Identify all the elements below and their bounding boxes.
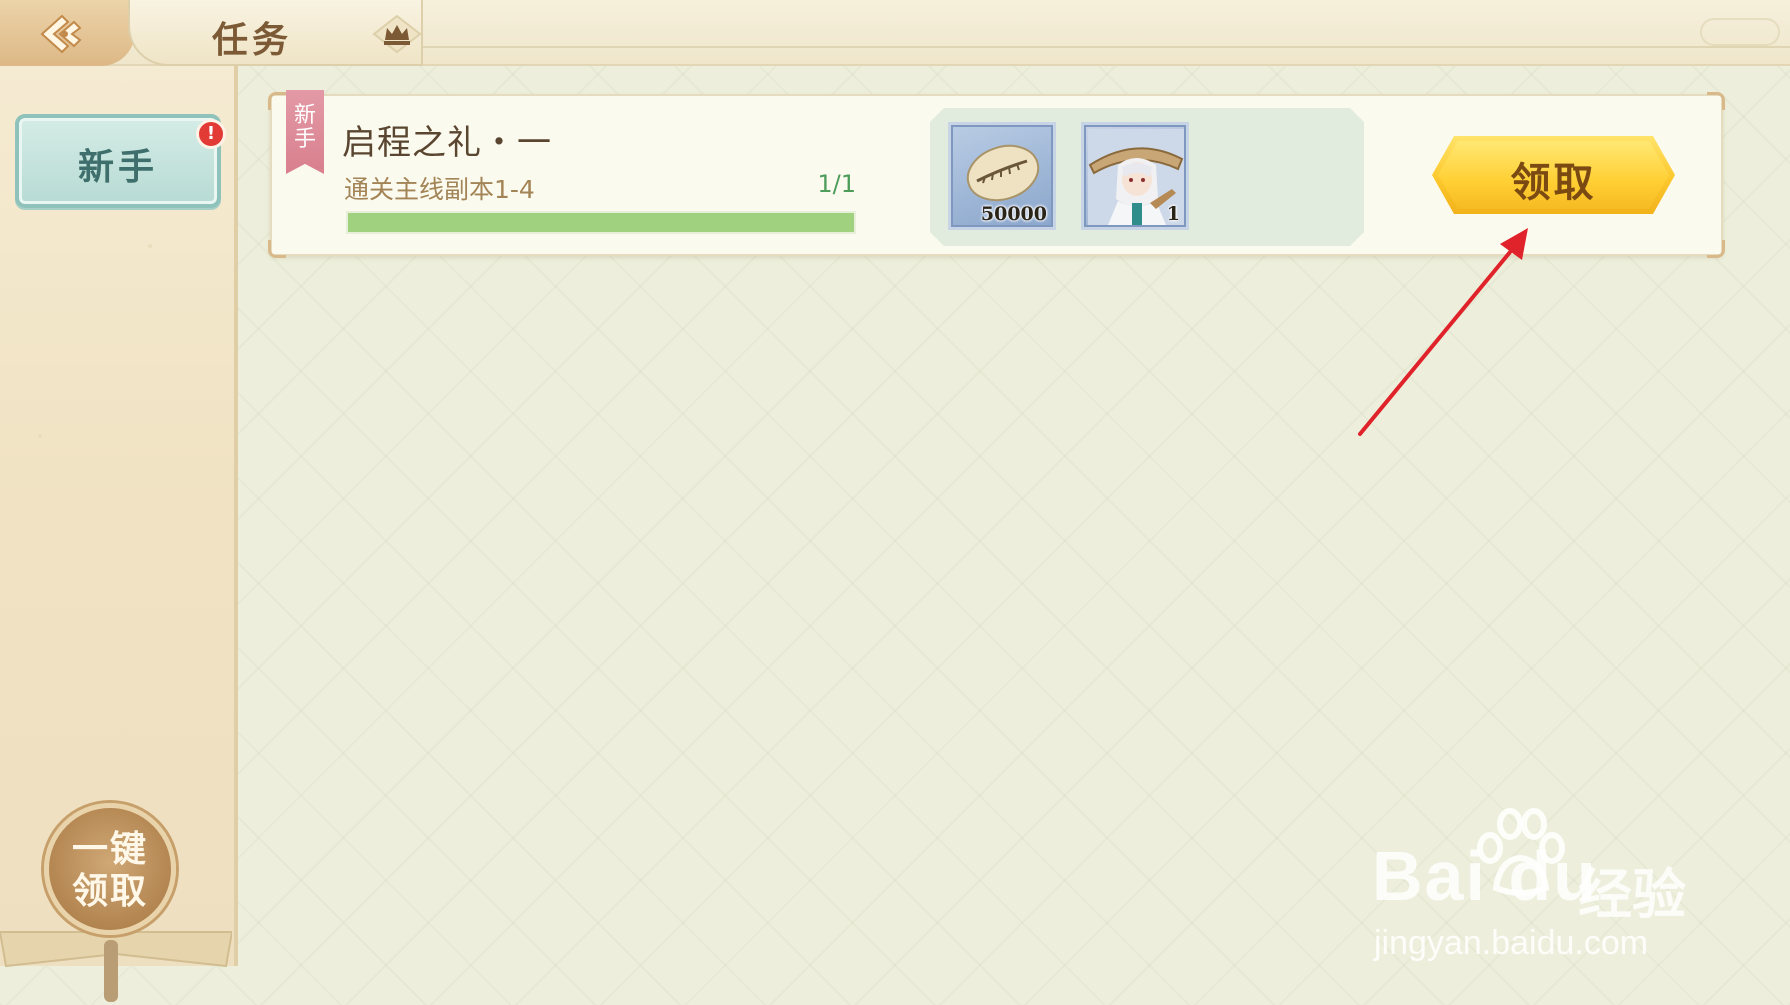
task-progress-count: 1/1 xyxy=(817,170,856,198)
task-progress-bar xyxy=(346,211,856,234)
back-arrow-icon xyxy=(40,14,82,54)
tab-novice-label: 新手 xyxy=(77,146,158,188)
top-right-ornament xyxy=(1700,18,1780,46)
watermark-cn: 经验 xyxy=(1578,863,1686,926)
watermark-logo: Bai du xyxy=(1372,837,1598,915)
watermark-url: jingyan.baidu.com xyxy=(1374,924,1649,962)
reward-count: 50000 xyxy=(980,203,1047,225)
card-corner-ornament xyxy=(268,92,286,110)
claim-all-button[interactable]: 一键 领取 xyxy=(44,803,176,935)
card-corner-ornament xyxy=(1707,92,1725,110)
tassel-ornament xyxy=(104,940,118,1002)
page-title: 任务 xyxy=(212,19,293,61)
claim-all-label-line1: 一键 xyxy=(71,828,148,870)
reward-item-shell[interactable]: 50000 xyxy=(948,122,1056,230)
back-button[interactable] xyxy=(0,0,135,66)
tab-novice[interactable]: 新手 xyxy=(15,114,221,208)
reward-count: 1 xyxy=(1166,203,1180,225)
alert-badge: ! xyxy=(196,119,226,149)
cowrie-shell-icon xyxy=(966,144,1040,202)
crown-icon xyxy=(372,14,422,54)
claim-all-label: 一键 领取 xyxy=(49,828,171,912)
task-progress-fill xyxy=(348,213,854,232)
top-bar-divider xyxy=(423,46,1790,48)
task-description: 通关主线副本1-4 xyxy=(344,175,535,204)
task-tag-label: 新手 xyxy=(293,103,316,152)
claim-all-label-line2: 领取 xyxy=(71,870,148,912)
card-corner-ornament xyxy=(1707,240,1725,258)
claim-button[interactable] xyxy=(1432,136,1675,214)
reward-item-character[interactable]: 1 xyxy=(1081,122,1189,230)
task-title: 启程之礼・一 xyxy=(342,123,552,163)
card-corner-ornament xyxy=(268,240,286,258)
